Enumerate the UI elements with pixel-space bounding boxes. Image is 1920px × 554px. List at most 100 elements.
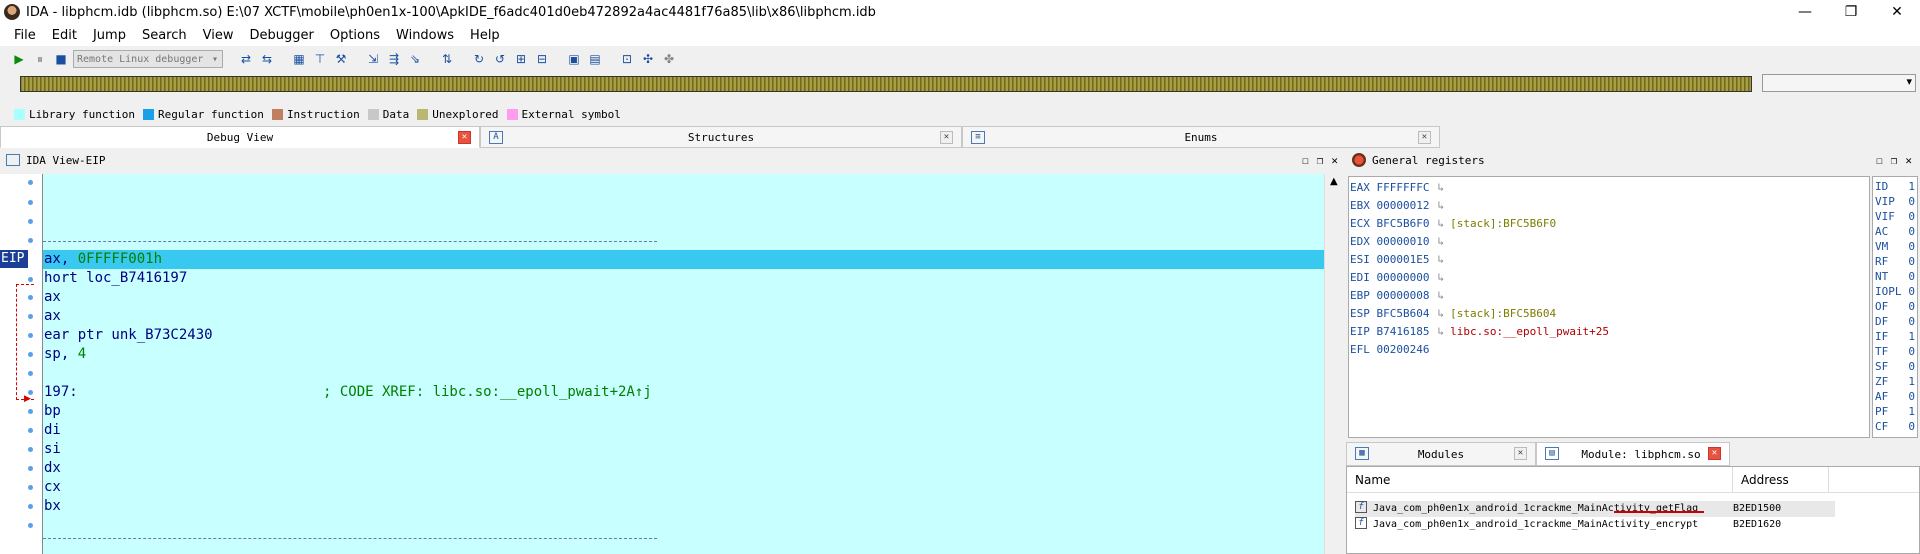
flag-row[interactable]: CF 0 [1875,419,1917,434]
navigation-strip[interactable] [20,76,1752,92]
flag-row[interactable]: IF 1 [1875,329,1917,344]
minimize-button[interactable]: — [1782,0,1828,24]
code-line[interactable]: hort loc_B7416197 [43,269,1324,288]
flag-row[interactable]: NT 0 [1875,269,1917,284]
close-pane-icon[interactable]: ✕ [1905,154,1912,167]
close-icon[interactable]: ✕ [458,131,471,144]
flag-row[interactable]: AC 0 [1875,224,1917,239]
register-row[interactable]: EFL 00200246 [1349,341,1429,359]
breakpoint-dot[interactable] [28,466,33,471]
register-row[interactable]: EBX 00000012 ↳ [1349,197,1450,215]
menu-file[interactable]: File [6,28,44,43]
trace-window-icon[interactable]: ⊟ [533,50,551,68]
attach-process-icon[interactable]: ⇄ [237,50,255,68]
menu-help[interactable]: Help [462,28,508,43]
maximize-pane-icon[interactable]: ☐ [1302,154,1309,167]
breakpoint-dot[interactable] [28,238,33,243]
navigation-combo[interactable]: ▾ [1762,74,1916,92]
register-row[interactable]: ESP BFC5B604 ↳ [stack]:BFC5B604 [1349,305,1556,323]
threads-icon[interactable]: ⚒ [332,50,350,68]
menu-debugger[interactable]: Debugger [241,28,321,43]
flag-row[interactable]: VIP 0 [1875,194,1917,209]
register-row[interactable]: EDX 00000010 ↳ [1349,233,1450,251]
step-over-icon[interactable]: ⇶ [385,50,403,68]
breakpoint-dot[interactable] [28,428,33,433]
register-row[interactable]: EIP B7416185 ↳ libc.so:__epoll_pwait+25 [1349,323,1609,341]
scroll-up-icon[interactable]: ▲ [1330,176,1338,187]
terminate-process-icon[interactable]: ■ [52,50,70,68]
code-line[interactable]: di [43,421,1324,440]
breakpoint-dot[interactable] [28,277,33,282]
flag-row[interactable]: RF 0 [1875,254,1917,269]
trace-basic-blocks-icon[interactable]: ⊞ [512,50,530,68]
detach-process-icon[interactable]: ⇆ [258,50,276,68]
flag-row[interactable]: PF 1 [1875,404,1917,419]
register-row[interactable]: EBP 00000008 ↳ [1349,287,1450,305]
flag-row[interactable]: AF 0 [1875,389,1917,404]
float-pane-icon[interactable]: ❐ [1891,154,1898,167]
table-row[interactable]: f Java_com_ph0en1x_android_1crackme_Main… [1355,517,1835,533]
flag-row[interactable]: OF 0 [1875,299,1917,314]
table-row[interactable]: f Java_com_ph0en1x_android_1crackme_Main… [1355,501,1835,517]
restore-button[interactable]: ❐ [1828,0,1874,24]
trace-functions-icon[interactable]: ↺ [491,50,509,68]
code-line[interactable]: bp [43,402,1324,421]
flag-row[interactable]: IOPL 0 [1875,284,1917,299]
maximize-pane-icon[interactable]: ☐ [1876,154,1883,167]
code-line[interactable] [43,364,1324,383]
step-into-icon[interactable]: ⇲ [364,50,382,68]
register-row[interactable]: ESI 000001E5 ↳ [1349,251,1450,269]
tab-module-libphcm[interactable]: ▤ Module: libphcm.so ✕ [1536,442,1730,466]
pause-process-icon[interactable]: ⏸ [31,50,49,68]
register-row[interactable]: EAX FFFFFFFC ↳ [1349,179,1450,197]
close-icon[interactable]: ✕ [1708,447,1721,460]
code-line[interactable]: ax [43,288,1324,307]
flag-row[interactable]: VIF 0 [1875,209,1917,224]
code-line[interactable]: 197:; CODE XREF: libc.so:__epoll_pwait+2… [43,383,1324,402]
code-line[interactable]: bx [43,497,1324,516]
breakpoint-dot[interactable] [28,523,33,528]
graph-view-icon[interactable]: ⊡ [618,50,636,68]
tab-enums[interactable]: ≡ Enums ✕ [962,126,1440,148]
hex-window-icon[interactable]: ▤ [586,50,604,68]
flag-row[interactable]: ID 1 [1875,179,1917,194]
flag-row[interactable]: TF 0 [1875,344,1917,359]
column-header-address[interactable]: Address [1733,467,1829,492]
flag-row[interactable]: VM 0 [1875,239,1917,254]
breakpoint-dot[interactable] [28,200,33,205]
breakpoint-dot[interactable] [28,180,33,185]
close-button[interactable]: ✕ [1874,0,1920,24]
column-header-name[interactable]: Name [1347,467,1733,492]
tracing-icon[interactable]: ⊤ [311,50,329,68]
tab-debug-view[interactable]: Debug View ✕ [0,126,480,148]
code-line[interactable]: ax, 0FFFFF001h [43,250,1324,269]
breakpoint-dot[interactable] [28,447,33,452]
code-line[interactable]: ear ptr unk_B73C2430 [43,326,1324,345]
menu-windows[interactable]: Windows [388,28,462,43]
breakpoint-dot[interactable] [28,485,33,490]
close-icon[interactable]: ✕ [1514,447,1527,460]
breakpoint-dot[interactable] [28,219,33,224]
close-icon[interactable]: ✕ [1418,131,1431,144]
breakpoint-dot[interactable] [28,409,33,414]
step-out-icon[interactable]: ⇅ [438,50,456,68]
code-line[interactable]: si [43,440,1324,459]
float-pane-icon[interactable]: ❐ [1317,154,1324,167]
run-to-cursor-icon[interactable]: ⇘ [406,50,424,68]
add-node-icon[interactable]: ✣ [639,50,657,68]
register-row[interactable]: EDI 00000000 ↳ [1349,269,1450,287]
disassembly-listing[interactable]: ax, 0FFFFF001h hort loc_B7416197 ax ax e… [42,174,1324,554]
breakpoint-dot[interactable] [28,504,33,509]
code-line[interactable]: cx [43,478,1324,497]
menu-options[interactable]: Options [322,28,388,43]
flag-row[interactable]: DF 0 [1875,314,1917,329]
menu-edit[interactable]: Edit [44,28,85,43]
flag-row[interactable]: ZF 1 [1875,374,1917,389]
menu-view[interactable]: View [195,28,242,43]
code-line[interactable]: dx [43,459,1324,478]
delete-node-icon[interactable]: ✤ [660,50,678,68]
start-process-icon[interactable]: ▶ [10,50,28,68]
disassembly-window-icon[interactable]: ▣ [565,50,583,68]
code-line[interactable]: ax [43,307,1324,326]
code-line[interactable]: sp, 4 [43,345,1324,364]
